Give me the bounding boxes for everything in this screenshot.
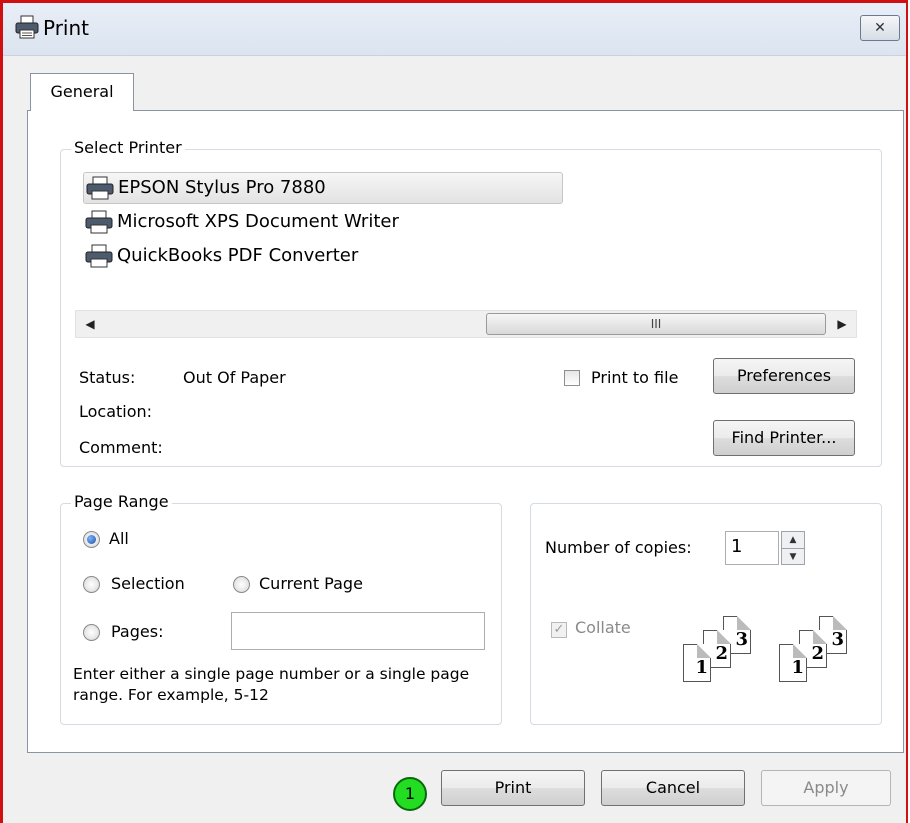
copies-group: Number of copies: 1 ▲ ▼ ✓ Collate 3 2 1 …	[530, 503, 882, 725]
collate-label: Collate	[575, 618, 631, 637]
radio-selection[interactable]	[83, 576, 100, 593]
step-badge: 1	[393, 777, 427, 811]
comment-label: Comment:	[79, 438, 163, 457]
collate-illustration-set-2: 3 2 1	[777, 616, 855, 682]
scroll-right-icon[interactable]: ▶	[830, 311, 854, 337]
general-tab-panel: Select Printer EPSON Stylus Pro 7880 Mic…	[27, 110, 904, 753]
page-sheet-icon: 1	[779, 644, 807, 682]
printer-item-epson[interactable]: EPSON Stylus Pro 7880	[83, 172, 563, 204]
grip-icon: III	[650, 317, 662, 331]
printer-icon	[85, 244, 113, 268]
select-printer-group: Select Printer EPSON Stylus Pro 7880 Mic…	[60, 138, 882, 467]
printer-name: EPSON Stylus Pro 7880	[118, 177, 326, 198]
tab-general[interactable]: General	[30, 73, 134, 111]
printer-name: QuickBooks PDF Converter	[117, 245, 359, 266]
status-label: Status:	[79, 368, 136, 387]
spin-down-icon[interactable]: ▼	[782, 549, 804, 565]
find-printer-button[interactable]: Find Printer...	[713, 420, 855, 456]
preferences-button[interactable]: Preferences	[713, 358, 855, 394]
radio-current-page-label: Current Page	[259, 574, 363, 593]
radio-all-label: All	[109, 529, 129, 548]
window-title: Print	[43, 16, 90, 40]
print-to-file-label: Print to file	[591, 368, 679, 387]
print-button[interactable]: Print	[441, 770, 585, 806]
spin-up-icon[interactable]: ▲	[782, 532, 804, 549]
page-range-hint: Enter either a single page number or a s…	[73, 665, 470, 704]
copies-stepper[interactable]: ▲ ▼	[781, 531, 805, 565]
location-label: Location:	[79, 402, 153, 421]
page-sheet-icon: 1	[683, 644, 711, 682]
radio-pages-label: Pages:	[111, 622, 164, 641]
radio-pages[interactable]	[83, 624, 100, 641]
close-button[interactable]: ✕	[860, 15, 900, 41]
printer-icon	[85, 210, 113, 234]
title-bar: Print ✕	[3, 3, 906, 56]
printer-item-xps[interactable]: Microsoft XPS Document Writer	[83, 206, 399, 238]
print-to-file-checkbox[interactable]	[564, 370, 580, 386]
radio-all[interactable]	[83, 531, 100, 548]
scroll-left-icon[interactable]: ◀	[78, 311, 102, 337]
radio-selection-label: Selection	[111, 574, 185, 593]
printer-list-scrollbar[interactable]: ◀ III ▶	[75, 310, 857, 338]
close-icon: ✕	[874, 20, 886, 36]
cancel-button[interactable]: Cancel	[601, 770, 745, 806]
print-dialog: Print ✕ General Select Printer EPSON Sty…	[0, 0, 908, 823]
pages-input[interactable]	[231, 612, 485, 650]
number-of-copies-label: Number of copies:	[545, 538, 692, 557]
status-value: Out Of Paper	[183, 368, 286, 387]
printer-icon	[15, 15, 39, 39]
printer-icon	[86, 176, 114, 200]
printer-name: Microsoft XPS Document Writer	[117, 211, 399, 232]
apply-button[interactable]: Apply	[761, 770, 891, 806]
copies-input[interactable]: 1	[725, 531, 779, 565]
scrollbar-thumb[interactable]: III	[486, 313, 826, 335]
collate-checkbox[interactable]: ✓	[551, 622, 567, 638]
collate-illustration-set-1: 3 2 1	[681, 616, 759, 682]
tab-general-label: General	[50, 82, 114, 101]
page-range-group: Page Range All Selection Current Page Pa…	[60, 492, 502, 725]
page-range-label: Page Range	[71, 492, 172, 511]
radio-current-page[interactable]	[233, 576, 250, 593]
select-printer-label: Select Printer	[71, 138, 185, 157]
printer-item-quickbooks[interactable]: QuickBooks PDF Converter	[83, 240, 358, 272]
